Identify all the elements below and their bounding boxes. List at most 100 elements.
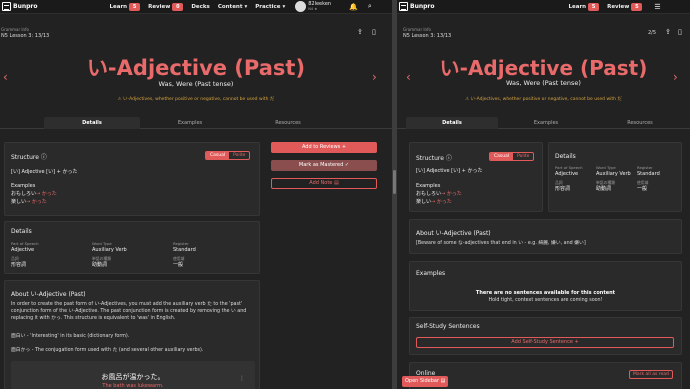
- about-heading: About い-Adjective (Past): [416, 230, 491, 237]
- review-count-badge: 0: [172, 2, 184, 11]
- bunpro-logo-icon: [399, 2, 408, 11]
- type-value: Auxiliary Verb: [596, 171, 631, 177]
- nav-review[interactable]: Review 0: [148, 2, 184, 11]
- right-pane: Bunpro Learn 5 Review 5 ☰ Grammar Info N5 …: [397, 0, 690, 389]
- nav-links-right: Learn 5 Review 5: [569, 2, 651, 11]
- nav-practice[interactable]: Practice ▾: [255, 4, 285, 10]
- about-dictionary-form: 面白い - 'Interesting' in its basic (dictio…: [11, 334, 130, 339]
- breadcrumb: Grammar Info N5 Lesson 3: 13/13: [1, 27, 49, 39]
- examples-heading: Examples: [416, 270, 446, 277]
- add-to-reviews-button[interactable]: Add to Reviews +: [271, 142, 377, 153]
- grammar-title: い-Adjective (Past): [439, 56, 648, 80]
- casual-polite-toggle[interactable]: Casual Polite: [489, 152, 535, 161]
- tab-examples[interactable]: Examples: [142, 117, 238, 129]
- structure-card: Structure ⓘ Casual Polite [い] Adjective …: [4, 142, 260, 216]
- example-sentence-jp-text: お風呂が温かった。: [101, 373, 165, 381]
- grammar-caution: ⚠ い-Adjectives, whether positive or nega…: [0, 96, 392, 102]
- example-base: おもしろい: [416, 191, 442, 197]
- structure-example-1: おもしろい→ かった: [11, 190, 57, 197]
- grammar-meaning: Was, Were (Past tense): [506, 79, 581, 87]
- chevron-down-icon: ▾: [282, 3, 286, 10]
- mark-all-read-button[interactable]: Mark all as read: [629, 370, 673, 379]
- grammar-caution-text: い-Adjectives, whether positive or negati…: [470, 97, 622, 102]
- grammar-caution: ⚠ い-Adjectives, whether positive or nega…: [397, 96, 690, 102]
- logo-text: Bunpro: [410, 3, 435, 10]
- casual-option[interactable]: Casual: [206, 152, 230, 159]
- top-nav-right: Bunpro Learn 5 Review 5 ☰: [397, 0, 690, 14]
- tab-details[interactable]: Details: [44, 117, 140, 129]
- polite-option[interactable]: Polite: [513, 153, 533, 160]
- logo[interactable]: Bunpro: [2, 2, 38, 11]
- tab-details[interactable]: Details: [406, 117, 498, 129]
- add-self-study-button[interactable]: Add Self-Study Sentence +: [416, 337, 674, 348]
- more-options-icon[interactable]: ⋮: [239, 375, 245, 382]
- about-card: About い-Adjective (Past) [Beware of some…: [409, 219, 682, 254]
- no-sentences-message: There are no sentences available for thi…: [475, 290, 616, 296]
- examples-label: Examples: [11, 183, 36, 189]
- jp-part-value: 形容詞: [555, 186, 571, 192]
- about-card: About い-Adjective (Past) In order to cre…: [4, 280, 260, 389]
- jp-register-value: 一般: [637, 186, 648, 192]
- share-icon[interactable]: ⇪: [357, 28, 363, 36]
- tab-resources[interactable]: Resources: [240, 117, 336, 129]
- nav-learn[interactable]: Learn 5: [569, 2, 600, 11]
- jp-register: 使用域 一般: [637, 180, 648, 192]
- word-type: Word Type Auxiliary Verb: [92, 241, 127, 253]
- learn-count-badge: 5: [129, 2, 141, 11]
- logo[interactable]: Bunpro: [399, 2, 435, 11]
- details-card: Details Part of Speech Adjective Word Typ…: [548, 142, 682, 212]
- menu-icon[interactable]: ☰: [654, 3, 660, 11]
- more-icon[interactable]: ▯: [678, 28, 682, 36]
- add-note-button[interactable]: Add Note ▤: [271, 178, 377, 189]
- learn-count-badge: 5: [588, 2, 600, 11]
- details-heading: Details: [555, 153, 576, 160]
- share-icon[interactable]: ⇪: [665, 28, 671, 36]
- register-value: Standard: [637, 171, 660, 177]
- about-conjugation-form: 面白かっ - The conjugation form used with た …: [11, 348, 204, 353]
- structure-example-2: 楽しい→ かった: [416, 198, 452, 205]
- details-heading: Details: [11, 228, 32, 235]
- breadcrumb: Grammar Info N5 Lesson 3: 13/13: [403, 27, 451, 39]
- open-sidebar-button[interactable]: Open Sidebar ▤: [402, 376, 449, 387]
- tab-examples[interactable]: Examples: [500, 117, 592, 129]
- part-value: Adjective: [555, 171, 579, 177]
- grammar-caution-text: い-Adjectives, whether positive or negati…: [123, 97, 275, 102]
- info-icon[interactable]: ⓘ: [41, 154, 47, 161]
- type-value: Auxiliary Verb: [92, 247, 127, 253]
- user-menu[interactable]: 82leeken N4 ★: [295, 1, 331, 12]
- example-base: 楽しい: [416, 199, 432, 205]
- part-of-speech: Part of Speech Adjective: [555, 165, 583, 177]
- nav-review-label: Review: [148, 3, 171, 10]
- about-paragraph: In order to create the past form of い-Ad…: [11, 302, 247, 321]
- example-suffix: → かった: [26, 199, 47, 205]
- nav-learn[interactable]: Learn 5: [110, 2, 141, 11]
- tab-resources[interactable]: Resources: [594, 117, 686, 129]
- nav-review[interactable]: Review 5: [607, 2, 643, 11]
- grammar-tabs: Details Examples Resources: [0, 117, 392, 129]
- user-level: N4 ★: [308, 6, 318, 11]
- breadcrumb-lesson[interactable]: N5 Lesson 3: 13/13: [403, 33, 451, 39]
- casual-option[interactable]: Casual: [490, 153, 514, 160]
- nav-decks[interactable]: Decks: [191, 4, 210, 10]
- self-study-card: Self-Study Sentences Add Self-Study Sent…: [409, 317, 682, 355]
- info-icon[interactable]: ⓘ: [446, 155, 452, 162]
- grammar-tabs: Details Examples Resources: [397, 117, 690, 129]
- example-suffix: → かった: [36, 191, 57, 197]
- example-base: 楽しい: [11, 199, 27, 205]
- register-value: Standard: [173, 247, 196, 253]
- nav-content[interactable]: Content ▾: [218, 4, 247, 10]
- bell-icon[interactable]: 🔔: [349, 3, 358, 11]
- polite-option[interactable]: Polite: [229, 152, 249, 159]
- open-sidebar-label: Open Sidebar: [405, 378, 440, 384]
- username: 82leeken: [308, 0, 332, 7]
- casual-polite-toggle[interactable]: Casual Polite: [205, 151, 251, 160]
- example-base: おもしろい: [11, 191, 37, 197]
- breadcrumb-lesson[interactable]: N5 Lesson 3: 13/13: [1, 33, 49, 39]
- bunpro-logo-icon: [2, 2, 11, 11]
- chevron-down-icon: ▾: [244, 3, 248, 10]
- search-icon[interactable]: ⌕: [368, 2, 372, 11]
- jp-part-of-speech: 品詞 形容詞: [11, 256, 26, 268]
- nav-review-label: Review: [607, 3, 630, 10]
- mark-as-mastered-button[interactable]: Mark as Mastered ✓: [271, 160, 377, 171]
- bookmark-icon[interactable]: ▯: [372, 28, 376, 36]
